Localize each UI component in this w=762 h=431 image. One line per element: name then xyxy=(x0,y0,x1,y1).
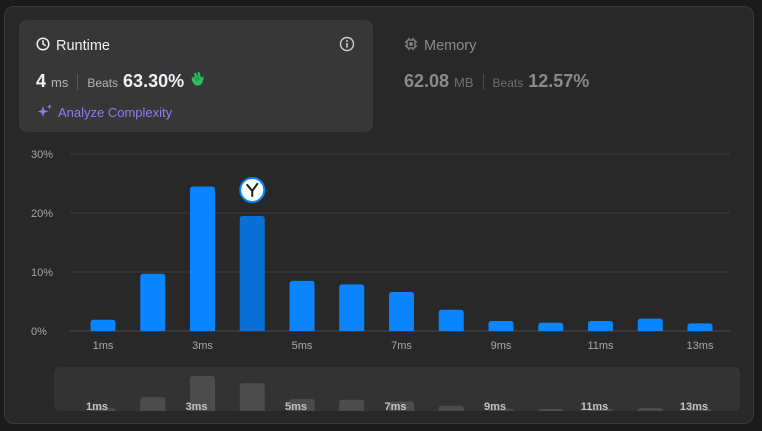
x-tick-label: 9ms xyxy=(491,340,512,352)
navigator-bar xyxy=(538,408,564,412)
bar-5ms[interactable] xyxy=(289,280,315,331)
navigator-tick-label: 3ms xyxy=(185,401,207,413)
navigator-bar xyxy=(339,399,365,411)
navigator-bar xyxy=(140,397,166,411)
x-tick-label: 7ms xyxy=(391,340,412,352)
navigator-tick-label: 13ms xyxy=(680,401,708,413)
x-tick-label: 11ms xyxy=(587,340,614,352)
runtime-distribution-chart: 30% 20% 10% 0% 1ms 3ms 5ms 7ms 9ms 11ms 13ms 1ms 3ms… xyxy=(31,149,740,413)
bar-9ms[interactable] xyxy=(488,320,514,331)
navigator-tick-label: 5ms xyxy=(285,401,307,413)
y-tick-label: 10% xyxy=(31,267,53,279)
bar-6ms[interactable] xyxy=(339,284,365,331)
x-tick-label: 1ms xyxy=(93,340,114,352)
x-tick-label: 13ms xyxy=(687,340,714,352)
bar-10ms[interactable] xyxy=(538,322,564,331)
bar-1ms[interactable] xyxy=(90,319,116,331)
x-tick-label: 5ms xyxy=(292,340,313,352)
navigator-tick-label: 9ms xyxy=(484,401,506,413)
navigator-tick-label: 11ms xyxy=(581,401,609,413)
bar-4ms[interactable] xyxy=(239,215,265,331)
navigator-bar xyxy=(637,407,663,411)
bar-7ms[interactable] xyxy=(389,292,414,331)
bar-3ms[interactable] xyxy=(190,186,215,331)
navigator-bar xyxy=(239,383,265,411)
navigator-tick-label: 7ms xyxy=(384,401,406,413)
bar-13ms[interactable] xyxy=(687,323,713,331)
bar-2ms[interactable] xyxy=(140,273,166,331)
bar-11ms[interactable] xyxy=(588,320,613,331)
navigator-tick-label: 1ms xyxy=(86,401,108,413)
bar-8ms[interactable] xyxy=(438,309,464,331)
y-tick-label: 30% xyxy=(31,149,53,161)
x-tick-label: 3ms xyxy=(192,340,213,352)
y-tick-label: 20% xyxy=(31,208,53,220)
y-tick-label: 0% xyxy=(31,326,47,338)
bar-12ms[interactable] xyxy=(637,318,663,331)
navigator-bar xyxy=(438,405,464,411)
